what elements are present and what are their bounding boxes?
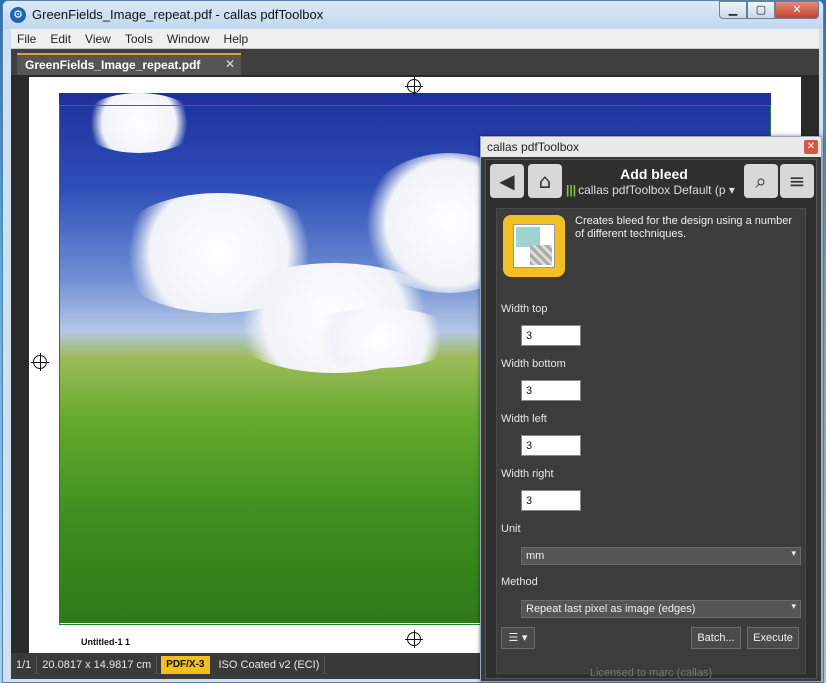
document-tab-label: GreenFields_Image_repeat.pdf: [25, 58, 201, 72]
back-arrow-icon[interactable]: ◀: [490, 164, 524, 198]
width-bottom-input[interactable]: [521, 380, 581, 401]
menu-window[interactable]: Window: [167, 32, 210, 46]
menu-help[interactable]: Help: [224, 32, 249, 46]
fixup-description: Creates bleed for the design using a num…: [575, 215, 793, 240]
execute-button[interactable]: Execute: [747, 627, 799, 649]
width-right-label: Width right: [501, 468, 554, 480]
menu-edit[interactable]: Edit: [50, 32, 71, 46]
document-tab-bar: GreenFields_Image_repeat.pdf ✕: [11, 49, 819, 75]
slug-text: Untitled-1 1: [81, 637, 131, 647]
method-label: Method: [501, 576, 538, 588]
batch-button[interactable]: Batch...: [691, 627, 741, 649]
profile-selector[interactable]: ||| callas pdfToolbox Default (p ▾: [566, 183, 742, 197]
width-top-label: Width top: [501, 303, 548, 315]
add-bleed-icon: [503, 215, 565, 277]
window-title: GreenFields_Image_repeat.pdf - callas pd…: [32, 7, 324, 22]
app-gear-icon: ⚙: [10, 7, 26, 23]
unit-label: Unit: [501, 523, 521, 535]
hamburger-menu-icon[interactable]: ≡: [780, 164, 814, 198]
minimize-button[interactable]: ▁: [719, 1, 747, 19]
width-left-label: Width left: [501, 413, 547, 425]
maximize-button[interactable]: ▢: [747, 1, 775, 19]
document-tab[interactable]: GreenFields_Image_repeat.pdf ✕: [17, 53, 241, 75]
page-indicator: 1/1: [11, 656, 38, 674]
fixup-settings: Creates bleed for the design using a num…: [496, 208, 806, 674]
method-select[interactable]: Repeat last pixel as image (edges) ▾: [521, 600, 801, 618]
color-profile: ISO Coated v2 (ECI): [214, 656, 326, 674]
profile-name: callas pdfToolbox Default (p: [578, 183, 726, 197]
panel-content: ◀ ⌂ Add bleed ||| callas pdfToolbox Defau…: [485, 159, 817, 679]
dropdown-arrow-icon: ▾: [728, 183, 735, 197]
chevron-down-icon: ▾: [791, 549, 796, 559]
search-icon[interactable]: ⌕: [744, 164, 778, 198]
pdfx-badge: PDF/X-3: [161, 656, 210, 674]
menu-file[interactable]: File: [17, 32, 36, 46]
registration-mark-icon: [405, 77, 423, 95]
profile-bars-icon: |||: [566, 183, 577, 197]
caption-buttons: ▁ ▢ ✕: [719, 1, 819, 19]
unit-select[interactable]: mm ▾: [521, 547, 801, 565]
panel-close-icon[interactable]: ✕: [804, 140, 818, 154]
home-icon[interactable]: ⌂: [528, 164, 562, 198]
page-size: 20.0817 x 14.9817 cm: [37, 656, 158, 674]
registration-mark-icon: [31, 353, 49, 371]
pdftoolbox-panel: callas pdfToolbox ✕ ◀ ⌂ Add bleed ||| cal…: [480, 136, 822, 682]
width-left-input[interactable]: [521, 435, 581, 456]
menu-view[interactable]: View: [85, 32, 111, 46]
registration-mark-icon: [405, 630, 423, 648]
close-window-button[interactable]: ✕: [775, 1, 819, 19]
panel-title-bar[interactable]: callas pdfToolbox ✕: [481, 137, 821, 157]
width-top-input[interactable]: [521, 325, 581, 346]
width-right-input[interactable]: [521, 490, 581, 511]
title-bar[interactable]: ⚙ GreenFields_Image_repeat.pdf - callas …: [3, 1, 823, 29]
unit-value: mm: [526, 550, 545, 562]
method-value: Repeat last pixel as image (edges): [526, 603, 696, 615]
close-tab-icon[interactable]: ✕: [225, 57, 235, 71]
menu-tools[interactable]: Tools: [125, 32, 153, 46]
license-text: Licensed to marc (callas): [589, 667, 713, 679]
options-menu-button[interactable]: ☰ ▾: [501, 627, 535, 649]
fixup-title: Add bleed: [620, 166, 688, 182]
width-bottom-label: Width bottom: [501, 358, 566, 370]
menu-bar: File Edit View Tools Window Help: [11, 29, 819, 49]
panel-title: callas pdfToolbox: [487, 140, 580, 154]
chevron-down-icon: ▾: [791, 602, 796, 612]
